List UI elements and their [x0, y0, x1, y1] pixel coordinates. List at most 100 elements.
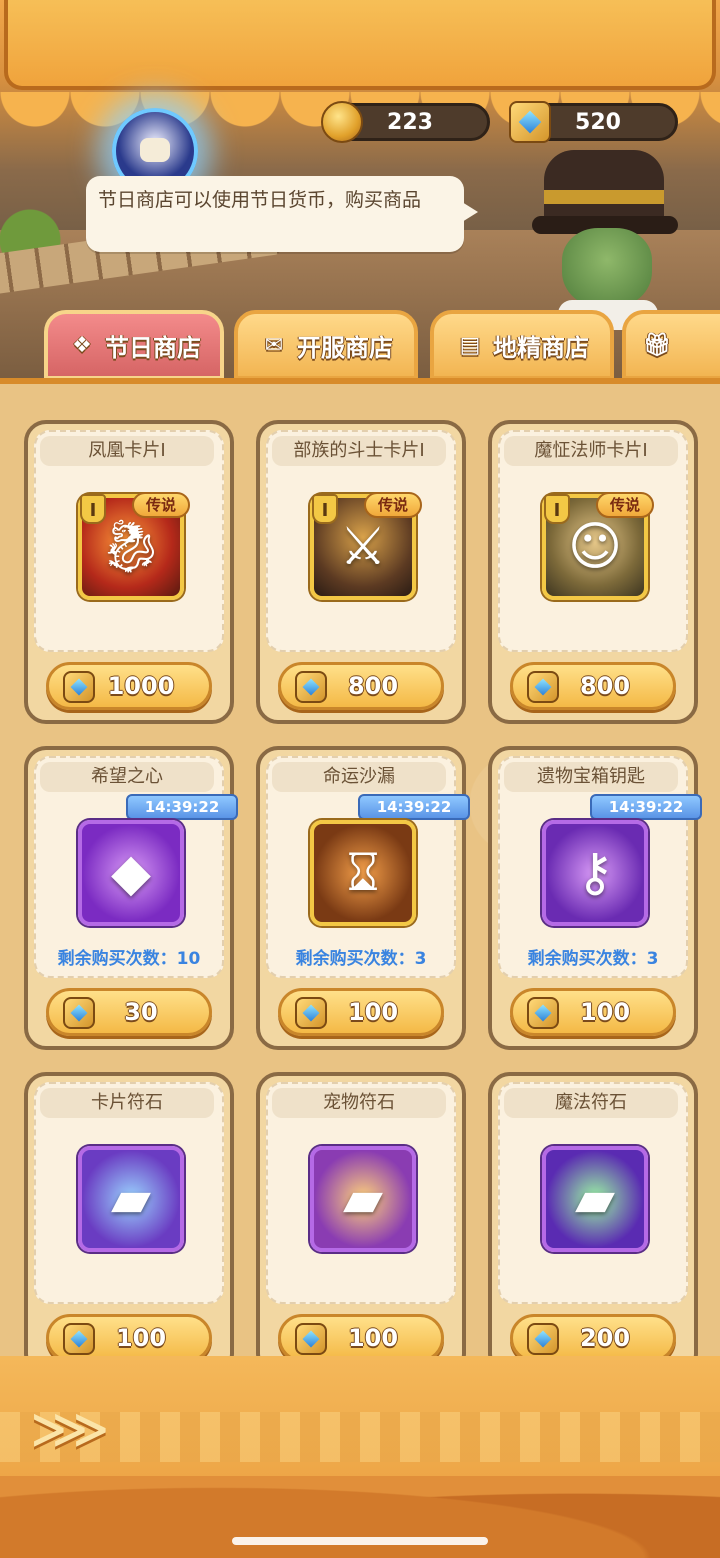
price-text: 100: [579, 998, 631, 1026]
festival-token-icon: [527, 997, 559, 1029]
rune-glyph: ▰: [575, 1169, 615, 1229]
tab-gift-shop[interactable]: 🎁︎: [622, 310, 720, 380]
festival-token-icon: [527, 1323, 559, 1355]
price-text: 800: [347, 672, 399, 700]
tab-label: 地精商店: [493, 333, 589, 362]
bottom-decoration: ⋙: [0, 1356, 720, 1558]
buy-button[interactable]: 30: [46, 988, 212, 1036]
price-text: 100: [115, 1324, 167, 1352]
tab-festival-shop[interactable]: ❖ 节日商店: [44, 310, 224, 380]
festival-token-icon: [295, 997, 327, 1029]
hourglass-glyph: ⌛︎: [346, 843, 380, 903]
npc-speech-bubble: 节日商店可以使用节日货币，购买商品: [86, 176, 478, 252]
level-badge: I: [80, 494, 106, 524]
buy-button[interactable]: 800: [510, 662, 676, 710]
level-badge: I: [312, 494, 338, 524]
item-title: 遗物宝箱钥匙: [504, 762, 678, 792]
shop-item-card[interactable]: 宠物符石 ▰ 100: [256, 1072, 466, 1376]
fishbone-icon[interactable]: ⋙: [30, 1400, 130, 1460]
coin-amount: 223: [387, 109, 433, 135]
item-title: 魔怔法师卡片Ⅰ: [504, 436, 678, 466]
shop-item-card[interactable]: 希望之心 14:39:22 ◆ 剩余购买次数：10 30: [24, 746, 238, 1050]
card-rune-icon[interactable]: ▰: [78, 1146, 184, 1252]
remaining-purchases: 剩余购买次数：10: [57, 949, 201, 969]
price-text: 1000: [107, 672, 175, 700]
ticket-icon: ✉: [264, 332, 284, 358]
buy-button[interactable]: 200: [510, 1314, 676, 1362]
item-title: 魔法符石: [504, 1088, 678, 1118]
goblin-merchant[interactable]: [532, 150, 682, 330]
festival-token-icon: [63, 1323, 95, 1355]
home-indicator[interactable]: [232, 1537, 488, 1545]
rune-glyph: ▰: [111, 1169, 151, 1229]
hourglass-icon[interactable]: ⌛︎: [310, 820, 416, 926]
shop-item-card[interactable]: 命运沙漏 14:39:22 ⌛︎ 剩余购买次数：3 100: [256, 746, 470, 1050]
price-text: 100: [347, 998, 399, 1026]
key-glyph: ⚷: [575, 843, 615, 903]
refresh-timer: 14:39:22: [590, 794, 702, 820]
price-text: 30: [124, 998, 158, 1026]
item-title: 命运沙漏: [272, 762, 446, 792]
tab-goblin-shop[interactable]: ▤ 地精商店: [430, 310, 614, 380]
festival-token-icon: [63, 671, 95, 703]
coin-balance[interactable]: 223: [321, 101, 490, 143]
buy-button[interactable]: 800: [278, 662, 444, 710]
rune-glyph: ▰: [343, 1169, 383, 1229]
magic-rune-icon[interactable]: ▰: [542, 1146, 648, 1252]
item-title: 凤凰卡片Ⅰ: [40, 436, 214, 466]
rarity-badge: 传说: [364, 492, 422, 518]
shop-item-card[interactable]: 部族的斗士卡片Ⅰ ⚔ I 传说 800: [256, 420, 466, 724]
buy-button[interactable]: 100: [278, 988, 444, 1036]
tab-label: 节日商店: [105, 333, 201, 362]
gift-icon: 🎁︎: [643, 332, 671, 358]
shop-scene: 223 520 节日商店可以使用节日货币，购买商品 ❖ 节日商店 ✉ 开服商店 …: [0, 0, 720, 380]
level-badge: I: [544, 494, 570, 524]
buy-button[interactable]: 100: [510, 988, 676, 1036]
gem-balance[interactable]: 520: [509, 101, 678, 143]
key-icon[interactable]: ⚷: [542, 820, 648, 926]
phoenix-glyph: 🐉︎: [97, 517, 165, 577]
buy-button[interactable]: 100: [46, 1314, 212, 1362]
refresh-timer: 14:39:22: [126, 794, 238, 820]
rarity-badge: 传说: [596, 492, 654, 518]
festival-token-icon: [295, 1323, 327, 1355]
festival-token-icon: [295, 671, 327, 703]
shop-icon: ▤: [459, 332, 481, 358]
npc-speech-text: 节日商店可以使用节日货币，购买商品: [98, 189, 422, 211]
goblin-face: [562, 228, 652, 308]
mage-glyph: ☺: [567, 517, 623, 577]
festival-icon: ❖: [72, 332, 92, 358]
price-text: 200: [579, 1324, 631, 1352]
coin-icon: [321, 101, 363, 143]
tab-label: 开服商店: [297, 333, 393, 362]
festival-token-icon: [63, 997, 95, 1029]
price-text: 100: [347, 1324, 399, 1352]
buy-button[interactable]: 100: [278, 1314, 444, 1362]
crystal-icon[interactable]: ◆: [78, 820, 184, 926]
goblin-hat-band: [544, 190, 664, 204]
remaining-purchases: 剩余购买次数：3: [295, 949, 427, 969]
pet-rune-icon[interactable]: ▰: [310, 1146, 416, 1252]
shop-item-card[interactable]: 卡片符石 ▰ 100: [24, 1072, 234, 1376]
tab-launch-shop[interactable]: ✉ 开服商店: [234, 310, 418, 380]
shop-tabs: ❖ 节日商店 ✉ 开服商店 ▤ 地精商店 🎁︎: [0, 310, 720, 380]
refresh-timer: 14:39:22: [358, 794, 470, 820]
price-text: 800: [579, 672, 631, 700]
item-title: 部族的斗士卡片Ⅰ: [272, 436, 446, 466]
item-title: 希望之心: [40, 762, 214, 792]
orc-glyph: ⚔: [339, 517, 387, 577]
top-banner: [4, 0, 716, 90]
rarity-badge: 传说: [132, 492, 190, 518]
item-title: 宠物符石: [272, 1088, 446, 1118]
festival-token-icon: [527, 671, 559, 703]
shop-item-card[interactable]: 凤凰卡片Ⅰ 🐉︎ I 传说 1000: [24, 420, 234, 724]
festival-token-icon: [509, 101, 551, 143]
remaining-purchases: 剩余购买次数：3: [527, 949, 659, 969]
buy-button[interactable]: 1000: [46, 662, 212, 710]
gem-amount: 520: [575, 109, 621, 135]
shop-item-card[interactable]: 遗物宝箱钥匙 14:39:22 ⚷ 剩余购买次数：3 100: [488, 746, 702, 1050]
shop-item-card[interactable]: 魔怔法师卡片Ⅰ ☺ I 传说 800: [488, 420, 698, 724]
shop-panel: 凤凰卡片Ⅰ 🐉︎ I 传说 1000 部族的斗士卡片Ⅰ ⚔ I 传说 800 魔…: [0, 378, 720, 1376]
shop-item-card[interactable]: 魔法符石 ▰ 200: [488, 1072, 698, 1376]
crystal-glyph: ◆: [111, 843, 151, 903]
